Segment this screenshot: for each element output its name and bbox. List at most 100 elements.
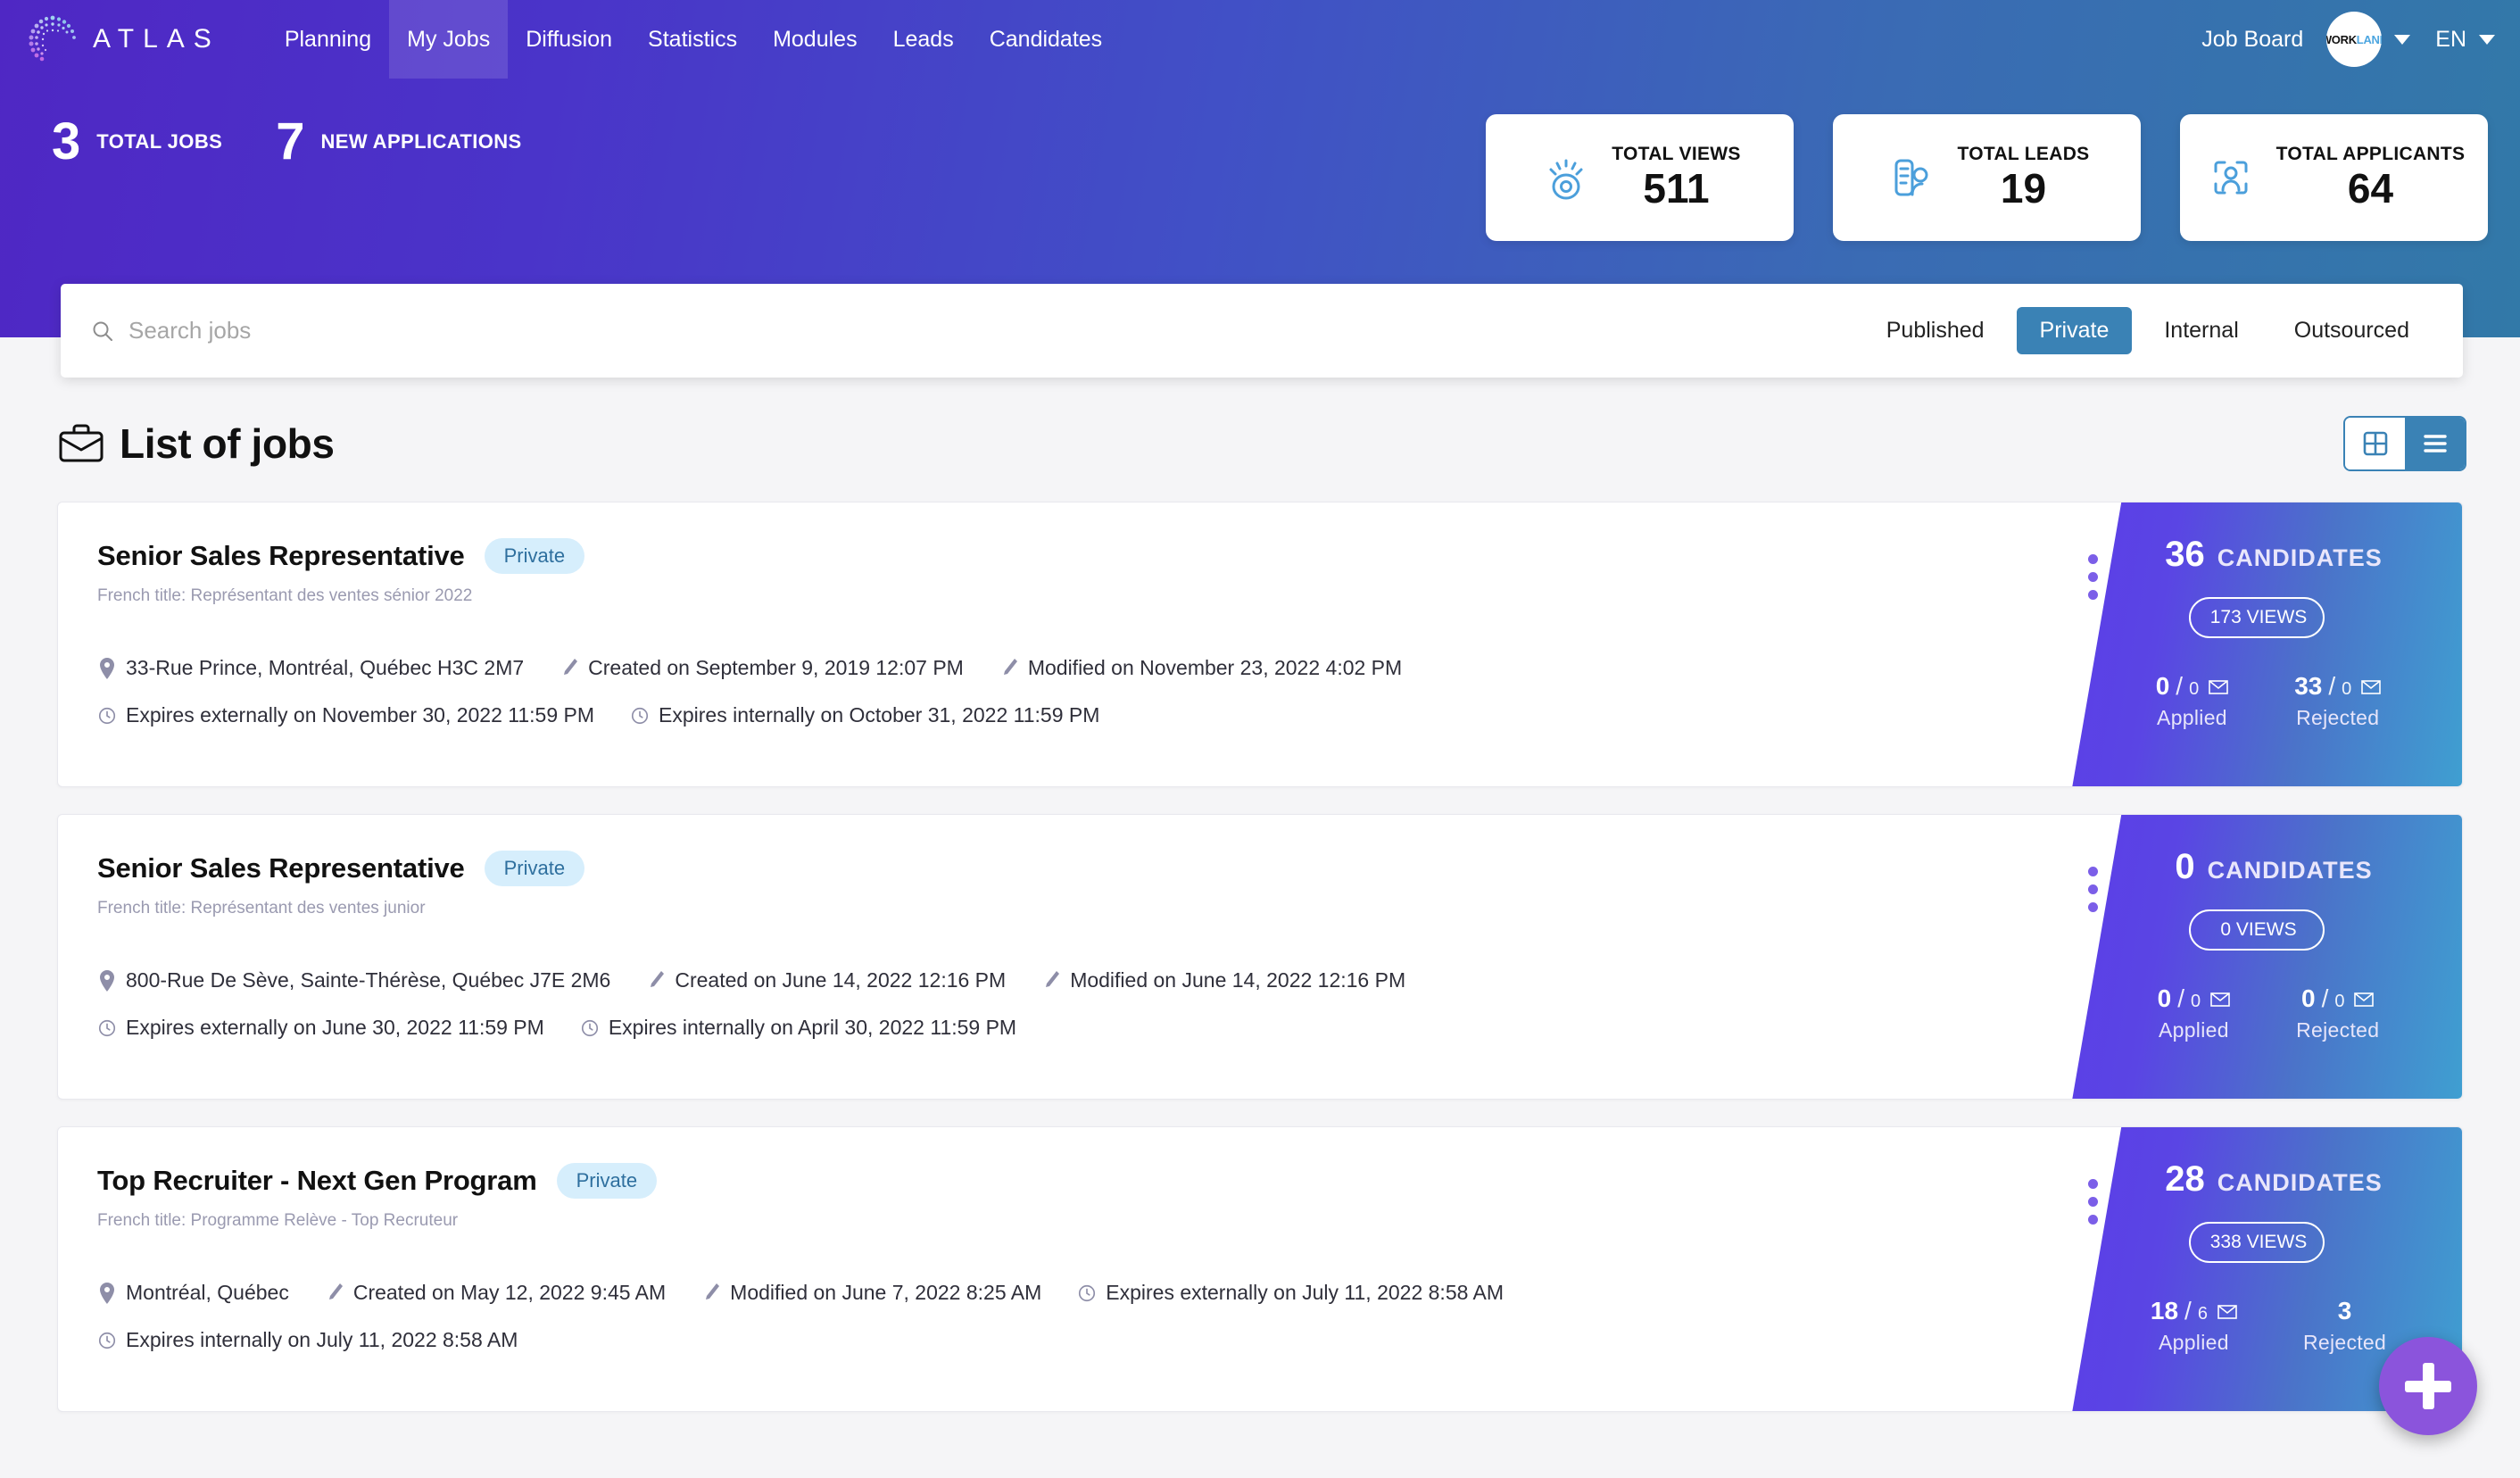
kpi-label-total-leads: TOTAL LEADS	[1958, 144, 2090, 165]
job-meta-row: Expires internally on July 11, 2022 8:58…	[97, 1328, 2057, 1352]
job-options-menu-button[interactable]	[2088, 1179, 2098, 1225]
language-selector[interactable]: EN	[2435, 27, 2466, 53]
avatar-logo-text: WORKLAND	[2326, 34, 2382, 46]
job-card-body: Senior Sales Representative Private Fren…	[58, 815, 2057, 1040]
nav-item-modules[interactable]: Modules	[755, 0, 875, 79]
rejected-count: 33	[2294, 672, 2322, 701]
applied-email-count: 0	[2189, 679, 2199, 700]
clock-icon	[97, 704, 117, 727]
job-visibility-filters: Published Private Internal Outsourced	[1863, 307, 2433, 354]
views-pill[interactable]: 338 VIEWS	[2189, 1222, 2325, 1263]
job-expires-internally: Expires internally on July 11, 2022 8:58…	[97, 1328, 518, 1352]
candidates-count: 36	[2165, 536, 2205, 572]
job-options-menu-button[interactable]	[2088, 867, 2098, 912]
filter-published[interactable]: Published	[1863, 307, 2008, 354]
job-meta: 800-Rue De Sève, Sainte-Thérèse, Québec …	[97, 968, 2057, 1040]
pencil-icon	[1041, 969, 1061, 992]
candidates-summary: 0 CANDIDATES	[2052, 849, 2462, 884]
nav-item-my-jobs[interactable]: My Jobs	[389, 0, 508, 79]
grid-view-button[interactable]	[2345, 418, 2405, 469]
job-title: Top Recruiter - Next Gen Program	[97, 1165, 537, 1197]
location-pin-icon	[97, 969, 117, 992]
avatar-text-work: WORK	[2326, 33, 2357, 46]
job-options-menu-button[interactable]	[2088, 554, 2098, 600]
views-pill[interactable]: 173 VIEWS	[2189, 597, 2325, 638]
pencil-icon	[560, 657, 579, 680]
search-input[interactable]	[128, 317, 1863, 345]
avatar-text-land: LAND	[2357, 33, 2382, 46]
job-expires-internally: Expires internally on October 31, 2022 1…	[630, 703, 1099, 727]
nav-item-planning[interactable]: Planning	[267, 0, 389, 79]
job-title: Senior Sales Representative	[97, 852, 465, 884]
applied-count: 0	[2156, 672, 2170, 701]
total-jobs-value: 3	[52, 116, 80, 168]
job-title-row: Senior Sales Representative Private	[97, 851, 2057, 886]
nav-item-leads[interactable]: Leads	[875, 0, 972, 79]
avatar[interactable]: WORKLAND	[2326, 12, 2382, 67]
language-chevron-down-icon[interactable]	[2479, 35, 2495, 45]
job-card[interactable]: Senior Sales Representative Private Fren…	[57, 502, 2463, 787]
job-location: 33-Rue Prince, Montréal, Québec H3C 2M7	[97, 656, 524, 680]
nav-item-statistics[interactable]: Statistics	[630, 0, 755, 79]
filter-outsourced[interactable]: Outsourced	[2271, 307, 2433, 354]
filter-internal[interactable]: Internal	[2141, 307, 2261, 354]
applied-label: Applied	[2151, 1331, 2237, 1355]
job-expires-externally: Expires externally on November 30, 2022 …	[97, 703, 594, 727]
job-board-link[interactable]: Job Board	[2201, 27, 2303, 53]
job-modified: Modified on June 14, 2022 12:16 PM	[1041, 968, 1405, 992]
eye-icon	[1538, 150, 1594, 205]
kpi-card-total-applicants[interactable]: TOTAL APPLICANTS 64	[2180, 114, 2488, 241]
job-expires-externally: Expires externally on July 11, 2022 8:58…	[1077, 1281, 1504, 1305]
list-header: List of jobs	[57, 416, 2466, 471]
list-icon	[2422, 432, 2449, 455]
plus-icon-vertical	[2423, 1363, 2434, 1409]
grid-icon	[2362, 430, 2389, 457]
applied-email-count: 6	[2198, 1304, 2208, 1324]
job-modified-text: Modified on June 14, 2022 12:16 PM	[1070, 968, 1405, 992]
total-jobs-label: TOTAL JOBS	[96, 129, 222, 154]
clock-icon	[97, 1017, 117, 1040]
filter-private[interactable]: Private	[2017, 307, 2133, 354]
nav-item-diffusion[interactable]: Diffusion	[508, 0, 630, 79]
job-meta: 33-Rue Prince, Montréal, Québec H3C 2M7 …	[97, 656, 2057, 727]
add-job-button[interactable]	[2379, 1337, 2477, 1435]
brand-logo[interactable]: ATLAS	[25, 12, 220, 67]
leads-icon	[1885, 150, 1940, 205]
applied-numbers: 0 / 0	[2158, 984, 2230, 1013]
job-title-row: Senior Sales Representative Private	[97, 538, 2057, 574]
job-created-text: Created on September 9, 2019 12:07 PM	[588, 656, 964, 680]
kpi-card-total-leads[interactable]: TOTAL LEADS 19	[1833, 114, 2141, 241]
applied-label: Applied	[2156, 706, 2228, 730]
rejected-count: 0	[2301, 984, 2316, 1013]
job-expires-internally-text: Expires internally on July 11, 2022 8:58…	[126, 1328, 518, 1352]
job-meta-row: Expires externally on June 30, 2022 11:5…	[97, 1016, 2057, 1040]
kpi-card-group: TOTAL VIEWS 511 TOTAL LEADS 19	[1486, 114, 2488, 241]
kpi-card-total-views[interactable]: TOTAL VIEWS 511	[1486, 114, 1794, 241]
applied-stat: 18 / 6 Applied	[2151, 1297, 2237, 1355]
search-toolbar: Published Private Internal Outsourced	[61, 284, 2463, 378]
kpi-value-total-leads: 19	[2001, 165, 2046, 212]
location-pin-icon	[97, 657, 117, 680]
account-chevron-down-icon[interactable]	[2394, 35, 2410, 45]
status-badge: Private	[557, 1163, 657, 1199]
nav-item-candidates[interactable]: Candidates	[972, 0, 1120, 79]
job-expires-internally-text: Expires internally on October 31, 2022 1…	[659, 703, 1099, 727]
candidates-summary: 36 CANDIDATES	[2052, 536, 2462, 572]
new-applications-label: NEW APPLICATIONS	[320, 129, 521, 154]
job-candidates-panel[interactable]: 0 CANDIDATES 0 VIEWS 0 / 0 Applied 0	[2052, 815, 2462, 1100]
candidates-count: 28	[2165, 1161, 2205, 1197]
job-card[interactable]: Top Recruiter - Next Gen Program Private…	[57, 1126, 2463, 1412]
views-pill[interactable]: 0 VIEWS	[2189, 909, 2325, 951]
candidates-summary: 28 CANDIDATES	[2052, 1161, 2462, 1197]
kpi-value-total-views: 511	[1643, 165, 1709, 212]
job-candidates-panel[interactable]: 36 CANDIDATES 173 VIEWS 0 / 0 Applied 33	[2052, 502, 2462, 787]
job-card[interactable]: Senior Sales Representative Private Fren…	[57, 814, 2463, 1100]
applied-count: 0	[2158, 984, 2172, 1013]
job-title: Senior Sales Representative	[97, 540, 465, 572]
clock-icon	[1077, 1282, 1097, 1305]
search-icon	[91, 320, 114, 343]
briefcase-icon	[57, 422, 105, 465]
list-view-button[interactable]	[2405, 418, 2465, 469]
job-created: Created on September 9, 2019 12:07 PM	[560, 656, 964, 680]
pencil-icon	[999, 657, 1019, 680]
